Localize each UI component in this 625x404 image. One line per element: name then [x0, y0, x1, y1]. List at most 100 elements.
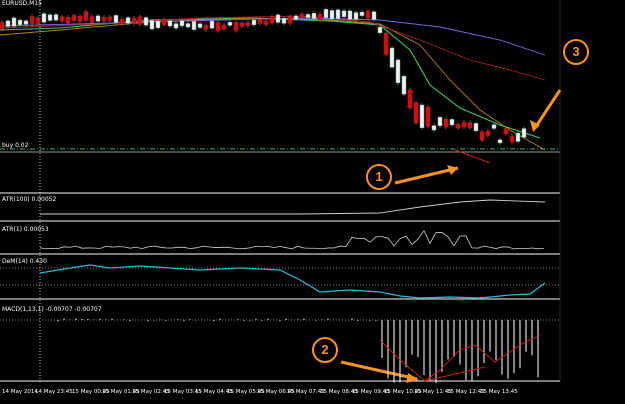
candle-body [413, 102, 419, 124]
candle-body [215, 22, 221, 31]
candle-body [101, 16, 107, 22]
candle-body [461, 122, 467, 128]
atr1-line [39, 229, 545, 250]
candle-body [83, 11, 89, 21]
candle-body [71, 15, 77, 21]
ma-fast-line [0, 17, 541, 139]
candle-body [59, 16, 65, 22]
candle-body [185, 23, 191, 28]
demarker-line [39, 264, 546, 299]
arrow-3 [533, 89, 562, 129]
time-axis-label: 14 May 2014 [2, 389, 38, 395]
candle-body [443, 118, 449, 128]
candle-body [221, 24, 227, 30]
candle-body [17, 19, 23, 26]
candle-body [41, 13, 47, 23]
candle-body [269, 16, 275, 24]
candle-body [5, 20, 11, 27]
candle-body [239, 22, 245, 27]
annotation-3: 3 [563, 39, 589, 65]
candle-body [509, 135, 515, 143]
candle-body [455, 124, 461, 129]
candle-body [335, 9, 341, 19]
candle-body [143, 17, 149, 26]
candle-body [137, 16, 143, 25]
candle-body [299, 13, 305, 18]
candle-body [341, 10, 347, 18]
candle-body [449, 119, 455, 126]
candle-body [395, 59, 401, 84]
candle-body [263, 20, 269, 25]
candle-body [227, 22, 233, 26]
candle-body [113, 15, 119, 23]
candle-body [437, 117, 443, 126]
chart-window[interactable]: EURUSD,M15 buy 0.02 ATR(100) 0.00052 ATR… [0, 0, 625, 400]
time-axis: 14 May 2014 14 May 23:45 15 May 00:45 15 Ma… [0, 382, 560, 400]
candle-body [197, 23, 203, 28]
candle-body [107, 16, 113, 21]
candle-body [359, 11, 365, 16]
candle-body [479, 131, 485, 141]
candle-body [353, 12, 359, 20]
candle-body [203, 24, 209, 31]
candle-body [35, 17, 41, 24]
candle-body [125, 17, 131, 24]
candle-body [389, 47, 395, 68]
symbol-label: EURUSD,M15 [2, 0, 42, 7]
candle-body [425, 106, 431, 127]
candle-body [497, 139, 503, 144]
candle-body [491, 124, 497, 129]
candle-body [323, 9, 329, 19]
candle-body [275, 14, 281, 23]
candle-body [485, 130, 491, 136]
annotation-2: 2 [312, 337, 338, 363]
atr100-label: ATR(100) 0.00052 [2, 196, 57, 203]
candle-body [521, 128, 527, 138]
macd-label: MACD(1,13,1) -0.00707 -0.00707 [2, 306, 102, 313]
candle-body [311, 13, 317, 19]
candle-body [419, 104, 425, 129]
candle-body [467, 122, 473, 128]
candle-body [233, 22, 239, 31]
atr1-label: ATR(1) 0.00053 [2, 226, 49, 233]
atr100-line [40, 199, 546, 215]
candle-body [503, 128, 509, 134]
candle-body [401, 75, 407, 95]
time-axis-label: 15 May 13:45 [480, 389, 518, 395]
candle-body [155, 20, 161, 29]
candle-body [11, 17, 17, 27]
candle-body [173, 23, 179, 29]
candle-body [95, 15, 101, 22]
candle-body [167, 20, 173, 27]
candle-body [365, 10, 371, 19]
candle-body [47, 14, 53, 21]
candle-body [293, 15, 299, 20]
candle-body [191, 21, 197, 30]
candle-body [377, 26, 383, 34]
candle-body [89, 16, 95, 23]
candle-body [161, 19, 167, 25]
candle-body [53, 14, 59, 21]
candle-body [65, 16, 71, 24]
buy-order-label[interactable]: buy 0.02 [2, 142, 28, 149]
candle-body [515, 132, 521, 142]
candle-body [149, 20, 155, 30]
candle-body [407, 89, 413, 109]
candle-body [77, 16, 83, 22]
candle-body [383, 32, 389, 55]
demarker-label: DeM(14) 0.430 [2, 258, 47, 265]
time-axis-label: 14 May 23:45 [35, 389, 73, 395]
ma-long-line [0, 17, 546, 56]
price-chart-svg[interactable] [0, 0, 625, 400]
candle-body [281, 18, 287, 24]
ma-mid-line [0, 17, 546, 151]
candle-body [251, 19, 257, 26]
candle-body [257, 19, 263, 24]
candle-body [329, 10, 335, 20]
arrow-1 [394, 166, 459, 185]
candle-body [23, 20, 29, 25]
candle-body [347, 10, 353, 20]
candle-body [371, 11, 377, 20]
annotation-1: 1 [366, 164, 392, 190]
candle-body [0, 22, 5, 30]
